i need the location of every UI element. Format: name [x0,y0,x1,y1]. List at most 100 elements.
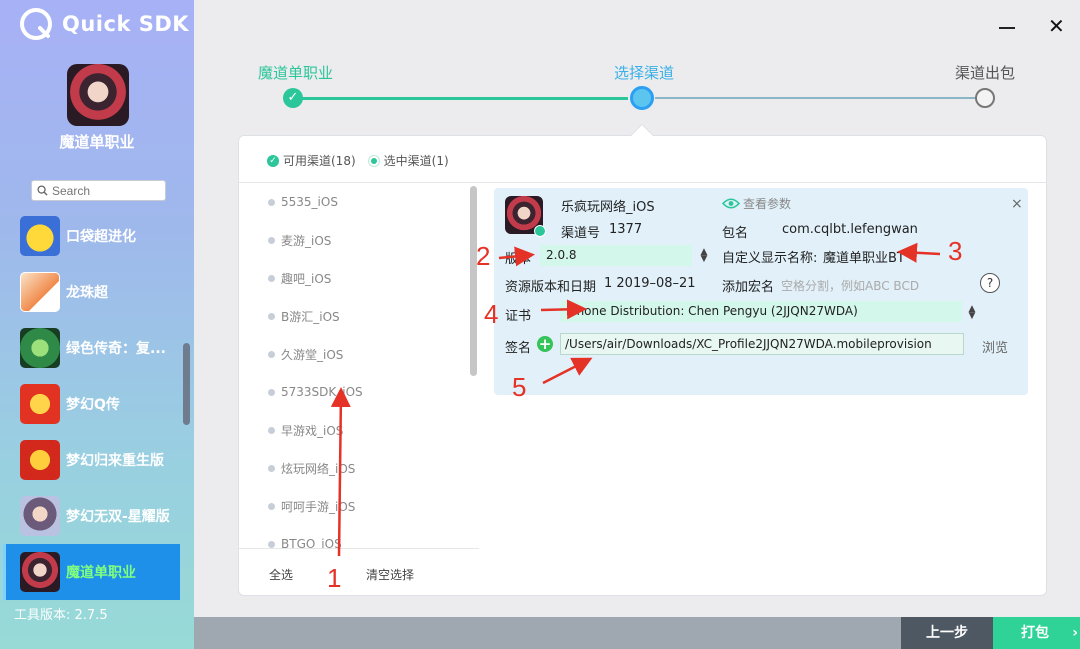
package-label: 包名 [722,226,749,241]
game-item[interactable]: 梦幻归来重生版 [0,432,194,488]
step-progress-rest [655,97,975,99]
game-item[interactable]: 口袋超进化 [0,208,194,264]
dot-icon [268,540,275,548]
tab-selected-label: 选中渠道(1) [383,154,449,168]
res-version-value: 1 2019–08–21 [604,276,696,291]
channel-no-value: 1377 [609,222,643,237]
search-icon [37,185,48,196]
macro-input[interactable]: 空格分割，例如ABC BCD [781,277,919,294]
game-item[interactable]: 梦幻Q传 [0,376,194,432]
display-name-value[interactable]: 魔道单职业BT [823,247,905,266]
step-2-current-dot [630,86,654,110]
pack-button[interactable]: 打包 › [993,617,1080,649]
channel-name: B游汇_iOS [281,309,340,324]
divider [239,548,479,549]
channel-item[interactable]: 呵呵手游_iOS [239,487,479,525]
annotation-label-1: 1 [327,563,342,593]
close-detail-button[interactable]: × [1011,196,1023,212]
annotation-label-5: 5 [512,372,527,402]
tool-version: 工具版本: 2.7.5 [14,608,108,623]
tab-available-channels[interactable]: ✓ 可用渠道(18) [267,152,356,169]
app-logo-text: Quick SDK [62,12,190,36]
app-logo: Quick SDK [18,6,189,42]
channel-name: 早游戏_iOS [281,423,344,438]
game-item-active[interactable]: 魔道单职业 [3,544,180,600]
channel-item[interactable]: 久游堂_iOS [239,335,479,373]
step-2-label: 选择渠道 [614,64,675,82]
check-circle-icon: ✓ [267,154,279,167]
channel-item[interactable]: 麦游_iOS [239,221,479,259]
game-name: 魔道单职业 [66,565,136,581]
help-button[interactable]: ? [980,273,1000,293]
package-value: com.cqlbt.lefengwan [782,222,918,237]
res-version-label: 资源版本和日期 [505,280,597,295]
channel-item[interactable]: 5733SDK_iOS [239,373,479,411]
sign-path-input[interactable]: /Users/air/Downloads/XC_Profile2JJQN27WD… [560,333,964,355]
version-updown-icon[interactable]: ▲ ▼ [699,248,709,264]
search-box[interactable] [31,180,166,201]
dot-icon [268,426,275,434]
channel-name: 久游堂_iOS [281,347,344,362]
channel-item[interactable]: 早游戏_iOS [239,411,479,449]
channel-badge-icon [534,225,546,237]
version-select[interactable]: 2.0.8 [540,245,692,266]
channel-name: 5535_iOS [281,195,338,209]
cert-updown-icon[interactable]: ▲ ▼ [967,305,977,321]
channel-name: 炫玩网络_iOS [281,461,356,476]
channel-list-scrollbar[interactable] [470,186,477,376]
search-input[interactable] [52,183,152,198]
tab-selected-channels[interactable]: 选中渠道(1) [367,152,449,169]
add-sign-icon[interactable]: + [537,336,553,352]
select-all-button[interactable]: 全选 [269,566,293,583]
game-name: 梦幻无双-星耀版 [66,509,170,525]
channel-item[interactable]: 5535_iOS [239,183,479,221]
modao-icon [20,552,60,592]
previous-step-button[interactable]: 上一步 [901,617,993,649]
project-name: 魔道单职业 [59,133,135,151]
close-window-button[interactable]: ✕ [1048,14,1065,38]
display-name-label: 自定义显示名称: [722,251,818,266]
radio-icon [367,154,380,167]
dot-icon [268,464,275,472]
browse-button[interactable]: 浏览 [982,337,1008,356]
eye-icon [722,198,740,209]
dot-icon [268,312,275,320]
game-item[interactable]: 龙珠超 [0,264,194,320]
step-1-label: 魔道单职业 [258,64,334,82]
project-avatar [67,64,129,126]
version-label: 版本 [505,252,532,267]
dot-icon [268,350,275,358]
channel-name: 呵呵手游_iOS [281,499,356,514]
view-params-link[interactable]: 查看参数 [722,195,791,212]
minimize-button[interactable] [999,27,1015,29]
clear-selection-button[interactable]: 清空选择 [366,566,414,583]
channel-item[interactable]: 炫玩网络_iOS [239,449,479,487]
dot-icon [268,388,275,396]
dot-icon [268,236,275,244]
sign-label: 签名 [505,341,532,356]
game-item[interactable]: 绿色传奇：复... [0,320,194,376]
step-3-dot [975,88,995,108]
menghuan-q-icon [20,384,60,424]
channel-item[interactable]: BTGO_iOS [239,525,479,548]
dragonball-icon [20,272,60,312]
dot-icon [268,502,275,510]
tab-available-label: 可用渠道(18) [283,154,356,168]
cert-select[interactable]: iPhone Distribution: Chen Pengyu (2JJQN2… [560,301,962,322]
dot-icon [268,198,275,206]
game-item[interactable]: 梦幻无双-星耀版 [0,488,194,544]
macro-label: 添加宏名 [722,280,775,295]
channel-tabs: ✓ 可用渠道(18) 选中渠道(1) [267,152,449,169]
game-name: 梦幻归来重生版 [66,453,164,469]
game-list: 口袋超进化 龙珠超 绿色传奇：复... 梦幻Q传 梦幻归来重生版 梦幻无双-星耀… [0,208,194,600]
menghuan-return-icon [20,440,60,480]
step-1-check-icon: ✓ [283,88,303,108]
sidebar: Quick SDK 魔道单职业 口袋超进化 龙珠超 绿色传奇：复... 梦幻Q传… [0,0,194,649]
channel-item[interactable]: 趣吧_iOS [239,259,479,297]
channel-item[interactable]: B游汇_iOS [239,297,479,335]
sidebar-scrollbar[interactable] [183,343,190,425]
channel-name-title: 乐疯玩网络_iOS [561,200,655,215]
pack-button-label: 打包 [1021,625,1049,641]
game-name: 绿色传奇：复... [66,341,166,357]
annotation-label-2: 2 [476,241,491,271]
